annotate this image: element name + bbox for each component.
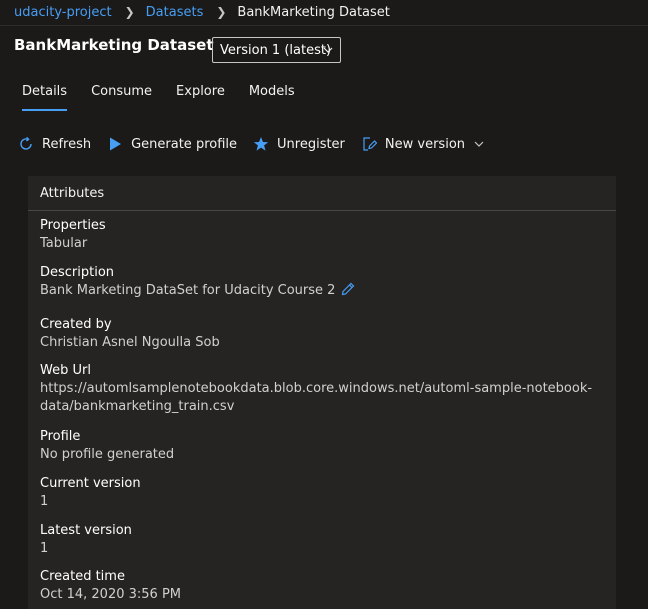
unregister-label: Unregister	[277, 136, 345, 152]
version-dropdown-value: Version 1 (latest)	[220, 42, 332, 58]
attribute-properties: Properties Tabular	[40, 217, 600, 253]
tab-bar: Details Consume Explore Models	[22, 84, 319, 114]
description-row: Bank Marketing DataSet for Udacity Cours…	[40, 282, 600, 300]
chevron-right-icon: ❯	[216, 5, 227, 19]
star-icon	[253, 137, 269, 151]
created-by-label: Created by	[40, 317, 112, 332]
refresh-label: Refresh	[42, 136, 92, 152]
refresh-button[interactable]: Refresh	[18, 136, 91, 152]
breadcrumb-current: BankMarketing Dataset	[237, 4, 390, 20]
latest-version-value: 1	[40, 541, 49, 556]
attribute-created-time: Created time Oct 14, 2020 3:56 PM	[40, 568, 600, 604]
web-url-value-line1: https://automlsamplenotebookdata.blob.co…	[40, 381, 593, 396]
dataset-details-page: udacity-project ❯ Datasets ❯ BankMarketi…	[0, 0, 648, 609]
latest-version-label: Latest version	[40, 523, 132, 538]
new-version-label: New version	[384, 136, 466, 152]
tab-explore[interactable]: Explore	[176, 84, 225, 112]
generate-profile-button[interactable]: Generate profile	[107, 136, 237, 152]
unregister-button[interactable]: Unregister	[253, 136, 345, 152]
chevron-down-icon	[323, 47, 333, 53]
breadcrumb-datasets-link[interactable]: Datasets	[146, 5, 204, 20]
attributes-panel: Attributes Properties Tabular Descriptio…	[28, 176, 616, 609]
page-title: BankMarketing Dataset	[14, 36, 214, 54]
attributes-heading: Attributes	[28, 176, 616, 211]
tab-details[interactable]: Details	[22, 84, 68, 112]
chevron-right-icon: ❯	[124, 5, 135, 19]
chevron-down-icon	[474, 141, 484, 147]
attribute-current-version: Current version 1	[40, 475, 600, 511]
tab-models[interactable]: Models	[249, 84, 295, 112]
attribute-latest-version: Latest version 1	[40, 522, 600, 558]
current-version-value: 1	[40, 494, 49, 509]
description-value: Bank Marketing DataSet for Udacity Cours…	[40, 283, 336, 298]
web-url-label: Web Url	[40, 363, 91, 378]
properties-value: Tabular	[40, 236, 88, 251]
description-label: Description	[40, 265, 115, 280]
web-url-value-line2: data/bankmarketing_train.csv	[40, 399, 235, 414]
attribute-description: Description Bank Marketing DataSet for U…	[40, 264, 600, 300]
created-time-label: Created time	[40, 569, 125, 584]
attribute-created-by: Created by Christian Asnel Ngoulla Sob	[40, 316, 600, 352]
profile-label: Profile	[40, 429, 81, 444]
created-by-value: Christian Asnel Ngoulla Sob	[40, 335, 220, 350]
current-version-label: Current version	[40, 476, 141, 491]
properties-label: Properties	[40, 218, 106, 233]
breadcrumb-workspace-link[interactable]: udacity-project	[14, 5, 112, 20]
breadcrumb: udacity-project ❯ Datasets ❯ BankMarketi…	[14, 0, 390, 24]
version-dropdown[interactable]: Version 1 (latest)	[212, 37, 341, 63]
play-icon	[110, 137, 122, 151]
attribute-web-url: Web Url https://automlsamplenotebookdata…	[40, 362, 600, 416]
command-bar: Refresh Generate profile Unregister New …	[18, 133, 501, 155]
pencil-icon[interactable]	[341, 282, 355, 296]
generate-profile-label: Generate profile	[131, 136, 238, 152]
refresh-icon	[20, 136, 32, 150]
attribute-profile: Profile No profile generated	[40, 428, 600, 464]
created-time-value: Oct 14, 2020 3:56 PM	[40, 587, 182, 602]
header-divider	[0, 25, 648, 26]
new-version-button[interactable]: New version	[361, 136, 485, 152]
profile-value: No profile generated	[40, 447, 175, 462]
edit-document-icon	[363, 137, 377, 151]
tab-consume[interactable]: Consume	[91, 84, 152, 112]
